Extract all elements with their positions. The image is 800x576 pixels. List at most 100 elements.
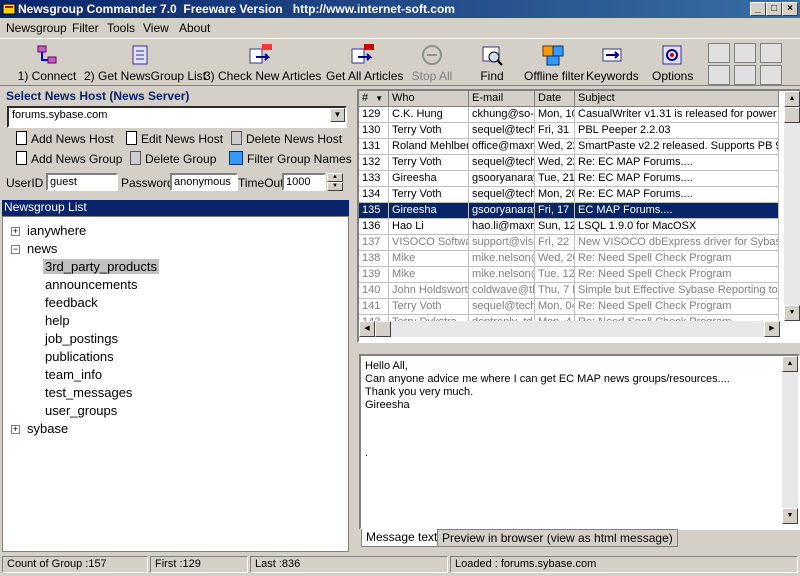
timeout-stepper[interactable]: ▲ ▼: [327, 173, 343, 191]
newsgroup-item[interactable]: team_info: [43, 367, 104, 382]
spin-down-icon[interactable]: ▼: [327, 182, 343, 191]
connect-button[interactable]: 1) Connect: [16, 41, 78, 85]
keywords-button[interactable]: Keywords: [586, 41, 639, 85]
edit-news-host-button[interactable]: Edit News Host: [126, 131, 223, 146]
minimize-button[interactable]: _: [750, 2, 766, 16]
get-newsgroup-list-button[interactable]: 2) Get NewsGroup List: [84, 41, 206, 85]
table-row[interactable]: 139 Mike mike.nelson@ Tue, 12 Re: Need Spell…: [359, 267, 779, 283]
layout-icon[interactable]: [760, 65, 782, 85]
newsgroup-item[interactable]: test_messages: [43, 385, 134, 400]
newsgroup-item[interactable]: user_groups: [43, 403, 119, 418]
scroll-up-icon[interactable]: ▲: [782, 356, 798, 372]
newsgroup-item[interactable]: feedback: [43, 295, 100, 310]
table-row[interactable]: 131 Roland Mehlberg office@maxm Wed, 22 Smar…: [359, 139, 779, 155]
tab-preview-in-browser[interactable]: Preview in browser (view as html message…: [437, 529, 678, 547]
table-row[interactable]: 130Terry Vothsequel@technFri, 31PBL Peep…: [359, 123, 779, 139]
newsgroup-list-header: Newsgroup List: [2, 200, 349, 216]
stop-all-button[interactable]: Stop All: [410, 41, 454, 85]
table-row[interactable]: 134Terry Vothsequel@technMon, 20Re: EC M…: [359, 187, 779, 203]
find-button[interactable]: Find: [474, 41, 510, 85]
options-button[interactable]: Options: [652, 41, 693, 85]
table-row[interactable]: 135 Gireesha gsooryanaray Fri, 17 EC MAP For…: [359, 203, 779, 219]
table-row[interactable]: 132Terry Vothsequel@technWed, 22Re: EC M…: [359, 155, 779, 171]
menu-newsgroup[interactable]: Newsgroup: [6, 21, 67, 35]
articles-vertical-scrollbar[interactable]: ▲ ▼: [784, 91, 800, 321]
news-server-select[interactable]: forums.sybase.com ▼: [7, 106, 347, 128]
message-line: .: [365, 447, 369, 459]
expand-icon[interactable]: +: [11, 425, 20, 434]
newsgroup-item[interactable]: help: [43, 313, 72, 328]
cell-subject: Re: Need Spell Check Program: [575, 251, 779, 267]
articles-grid[interactable]: # ▼ Who E-mail Date Subject 129 C.K. Hung…: [357, 89, 800, 343]
delete-group-button[interactable]: Delete Group: [130, 151, 216, 166]
scroll-down-icon[interactable]: ▼: [782, 508, 798, 524]
collapse-icon[interactable]: −: [11, 245, 20, 254]
table-row[interactable]: 137VISOCO Softwaresupport@viscFri, 22New…: [359, 235, 779, 251]
column-date[interactable]: Date: [535, 91, 575, 107]
tab-message-text[interactable]: Message text: [361, 529, 443, 547]
scroll-right-icon[interactable]: ▶: [764, 321, 780, 337]
chevron-down-icon[interactable]: ▼: [330, 108, 345, 122]
close-button[interactable]: ×: [782, 2, 798, 16]
message-vertical-scrollbar[interactable]: ▲ ▼: [782, 356, 798, 524]
filter-group-names-button[interactable]: Filter Group Names: [229, 151, 352, 166]
scroll-up-icon[interactable]: ▲: [784, 91, 800, 107]
scroll-left-icon[interactable]: ◀: [359, 321, 375, 337]
layout-icon[interactable]: [734, 65, 756, 85]
table-row[interactable]: 136 Hao Li hao.li@maxm Sun, 12 LSQL 1.9.0 fo…: [359, 219, 779, 235]
layout-icon[interactable]: [708, 43, 730, 63]
table-row[interactable]: 129 C.K. Hung ckhung@so-n Mon, 10 CasualWrit…: [359, 107, 779, 123]
column-subject[interactable]: Subject: [575, 91, 779, 107]
cell-subject: Simple but Effective Sybase Reporting to: [575, 283, 779, 299]
newsgroup-item[interactable]: news: [25, 241, 59, 256]
add-news-group-button[interactable]: Add News Group: [16, 151, 122, 166]
layout-icon[interactable]: [708, 65, 730, 85]
table-row[interactable]: 141Terry Vothsequel@technMon, 04Re: Need…: [359, 299, 779, 315]
newsgroup-item[interactable]: announcements: [43, 277, 140, 292]
menu-filter[interactable]: Filter: [72, 21, 99, 35]
userid-label: UserID: [6, 176, 44, 190]
menu-view[interactable]: View: [143, 21, 169, 35]
newsgroup-item[interactable]: job_postings: [43, 331, 120, 346]
maximize-button[interactable]: □: [766, 2, 782, 16]
articles-horizontal-scrollbar[interactable]: ◀ ▶: [359, 321, 780, 337]
cell-subject: SmartPaste v2.2 released. Supports PB 9: [575, 139, 779, 155]
column-number[interactable]: # ▼: [359, 91, 389, 107]
get-all-articles-button[interactable]: Get All Articles: [326, 41, 403, 85]
cell-email: coldwave@th: [469, 283, 535, 299]
userid-input[interactable]: guest: [46, 173, 118, 191]
spin-up-icon[interactable]: ▲: [327, 173, 343, 182]
layout-icon[interactable]: [760, 43, 782, 63]
cell-email: office@maxm: [469, 139, 535, 155]
table-row[interactable]: 138 Mike mike.nelson@ Wed, 20 Re: Need Spell…: [359, 251, 779, 267]
cell-email: mike.nelson@: [469, 251, 535, 267]
password-input[interactable]: anonymous: [170, 173, 238, 191]
add-news-host-button[interactable]: Add News Host: [16, 131, 114, 146]
cell-date: Tue, 21: [535, 171, 575, 187]
newsgroup-item[interactable]: ianywhere: [25, 223, 88, 238]
offline-filter-button[interactable]: Offline filter: [524, 41, 584, 85]
check-new-articles-button[interactable]: 3) Check New Articles: [204, 41, 321, 85]
newsgroup-item[interactable]: publications: [43, 349, 116, 364]
cell-email: ckhung@so-n: [469, 107, 535, 123]
newsgroup-item[interactable]: sybase: [25, 421, 70, 436]
cell-email: sequel@techn: [469, 155, 535, 171]
expand-icon[interactable]: +: [11, 227, 20, 236]
cell-num: 135: [359, 203, 389, 219]
table-row[interactable]: 140John Holdsworthcoldwave@thThu, 7 NSim…: [359, 283, 779, 299]
message-text-area[interactable]: ▲ ▼ Hello All, Can anyone advice me where…: [359, 354, 800, 530]
message-line: Thank you very much.: [365, 386, 474, 398]
layout-icon[interactable]: [734, 43, 756, 63]
delete-news-host-button[interactable]: Delete News Host: [231, 131, 342, 146]
column-email[interactable]: E-mail: [469, 91, 535, 107]
menu-tools[interactable]: Tools: [107, 21, 135, 35]
table-row[interactable]: 133 Gireesha gsooryanaray Tue, 21 Re: EC MAP…: [359, 171, 779, 187]
newsgroup-tree[interactable]: + ianywhere − news 3rd_party_productsannounc…: [2, 216, 349, 552]
column-who[interactable]: Who: [389, 91, 469, 107]
scroll-thumb[interactable]: [375, 321, 391, 337]
timeout-input[interactable]: 1000: [282, 173, 326, 191]
newsgroup-item[interactable]: 3rd_party_products: [43, 259, 160, 274]
scroll-thumb[interactable]: [784, 107, 800, 123]
scroll-down-icon[interactable]: ▼: [784, 305, 800, 321]
menu-about[interactable]: About: [179, 21, 210, 35]
